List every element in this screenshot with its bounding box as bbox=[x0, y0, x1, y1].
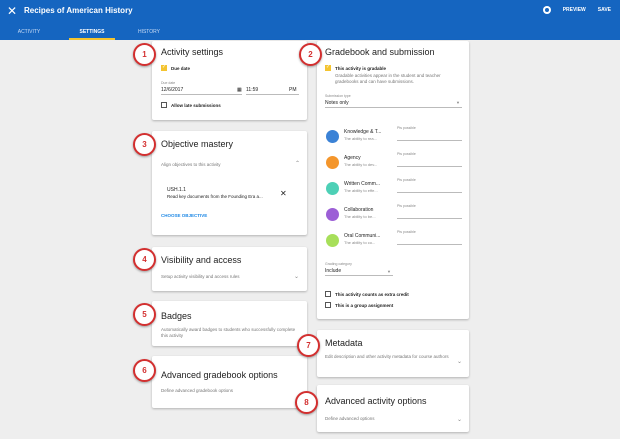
activity-settings-title: Activity settings bbox=[161, 47, 224, 57]
objective-desc-1: The ability to rea... bbox=[344, 136, 377, 141]
step-badge-1: 1 bbox=[133, 43, 156, 66]
app-header: ✕ Recipes of American History PREVIEW SA… bbox=[0, 0, 620, 40]
submission-type-underline bbox=[325, 107, 462, 108]
pts-label-1: Pts possible bbox=[397, 126, 416, 130]
save-button[interactable]: SAVE bbox=[598, 7, 611, 13]
due-date-checkbox[interactable] bbox=[161, 64, 167, 71]
metadata-card[interactable]: Metadata Edit description and other acti… bbox=[317, 330, 469, 377]
grading-category-select[interactable]: Include bbox=[325, 268, 341, 274]
objective-name-2: Agency bbox=[344, 155, 361, 161]
objective-desc-3: The ability to effe... bbox=[344, 188, 378, 193]
objective-desc-2: The ability to dev... bbox=[344, 162, 378, 167]
advanced-gradebook-card[interactable]: Advanced gradebook options Define advanc… bbox=[152, 356, 307, 408]
pts-input-3[interactable] bbox=[397, 192, 462, 193]
tab-bar: ACTIVITY SETTINGS HISTORY bbox=[0, 27, 183, 40]
choose-objective-button[interactable]: CHOOSE OBJECTIVE bbox=[161, 213, 207, 218]
submission-type-label: Submission type bbox=[325, 94, 351, 98]
pts-label-5: Pts possible bbox=[397, 230, 416, 234]
pts-input-2[interactable] bbox=[397, 166, 462, 167]
objective-desc-5: The ability to co... bbox=[344, 240, 376, 245]
gradable-checkbox[interactable] bbox=[325, 64, 331, 71]
badges-title: Badges bbox=[161, 311, 192, 321]
extra-credit-checkbox[interactable] bbox=[325, 291, 331, 297]
group-assignment-checkbox[interactable] bbox=[325, 302, 331, 308]
step-badge-6: 6 bbox=[133, 359, 156, 382]
badges-subtitle: Automatically award badges to students w… bbox=[161, 327, 296, 338]
time-input[interactable]: 11:59 bbox=[246, 87, 258, 93]
objective-circle-2 bbox=[326, 156, 339, 169]
tab-settings[interactable]: SETTINGS bbox=[69, 27, 115, 40]
chevron-up-icon[interactable]: ⌃ bbox=[295, 161, 300, 167]
chevron-down-icon[interactable]: ⌄ bbox=[294, 274, 299, 280]
objective-name-3: Written Comm... bbox=[344, 181, 381, 187]
objective-circle-4 bbox=[326, 208, 339, 221]
advanced-activity-subtitle: Define advanced options bbox=[325, 416, 375, 421]
group-assignment-label: This is a group assignment bbox=[335, 303, 394, 308]
gradable-label: This activity is gradable bbox=[335, 66, 387, 71]
time-underline bbox=[246, 94, 299, 95]
pts-label-4: Pts possible bbox=[397, 204, 416, 208]
tab-activity[interactable]: ACTIVITY bbox=[0, 27, 58, 40]
tab-history[interactable]: HISTORY bbox=[126, 27, 172, 40]
grading-category-underline bbox=[325, 275, 393, 276]
objective-mastery-card: Objective mastery Align objectives to th… bbox=[152, 131, 307, 235]
pts-label-2: Pts possible bbox=[397, 152, 416, 156]
calendar-icon[interactable]: ▦ bbox=[237, 87, 242, 93]
pts-input-4[interactable] bbox=[397, 218, 462, 219]
step-badge-5: 5 bbox=[133, 303, 156, 326]
gradebook-submission-card: Gradebook and submission This activity i… bbox=[317, 41, 469, 319]
late-submissions-checkbox[interactable] bbox=[161, 102, 167, 108]
remove-objective-icon[interactable]: ✕ bbox=[280, 189, 287, 198]
extra-credit-label: This activity counts as extra credit bbox=[335, 292, 409, 297]
pts-input-5[interactable] bbox=[397, 244, 462, 245]
submission-type-dropdown-icon[interactable]: ▼ bbox=[456, 100, 460, 106]
due-date-checkbox-label: Due date bbox=[171, 66, 191, 71]
preview-button[interactable]: PREVIEW bbox=[563, 7, 586, 13]
activity-settings-card: Activity settings Due date Due date 12/6… bbox=[152, 41, 307, 120]
header-actions: PREVIEW SAVE bbox=[542, 6, 611, 14]
visibility-access-card[interactable]: Visibility and access Setup activity vis… bbox=[152, 247, 307, 291]
due-date-input[interactable]: 12/6/2017 bbox=[161, 87, 183, 93]
metadata-subtitle: Edit description and other activity meta… bbox=[325, 354, 449, 359]
objective-circle-1 bbox=[326, 130, 339, 143]
visibility-access-title: Visibility and access bbox=[161, 255, 242, 265]
ampm-select[interactable]: PM bbox=[289, 87, 297, 93]
advanced-gradebook-title: Advanced gradebook options bbox=[161, 370, 278, 380]
gradebook-submission-title: Gradebook and submission bbox=[325, 47, 435, 57]
objective-desc-4: The ability to be... bbox=[344, 214, 376, 219]
due-date-underline bbox=[161, 94, 242, 95]
badges-card[interactable]: Badges Automatically award badges to stu… bbox=[152, 301, 307, 346]
globe-icon[interactable] bbox=[542, 6, 551, 14]
step-badge-2: 2 bbox=[299, 43, 322, 66]
objective-mastery-subtitle: Align objectives to this activity bbox=[161, 162, 221, 167]
objective-code: USH.1.1 bbox=[167, 187, 186, 193]
objective-name-1: Knowledge & T... bbox=[344, 129, 382, 135]
step-badge-8: 8 bbox=[295, 391, 318, 414]
pts-label-3: Pts possible bbox=[397, 178, 416, 182]
advanced-gradebook-subtitle: Define advanced gradebook options bbox=[161, 388, 234, 393]
due-date-field-label: Due date bbox=[161, 81, 176, 85]
late-submissions-label: Allow late submissions bbox=[171, 103, 221, 108]
step-badge-7: 7 bbox=[297, 334, 320, 357]
submission-type-select[interactable]: Notes only bbox=[325, 100, 349, 106]
close-icon[interactable]: ✕ bbox=[7, 5, 17, 17]
advanced-activity-title: Advanced activity options bbox=[325, 396, 427, 406]
step-badge-4: 4 bbox=[133, 248, 156, 271]
objective-circle-5 bbox=[326, 234, 339, 247]
chevron-down-icon[interactable]: ⌄ bbox=[457, 359, 462, 365]
app-title: Recipes of American History bbox=[24, 6, 133, 15]
objective-name-5: Oral Communi... bbox=[344, 233, 381, 239]
objective-name-4: Collaboration bbox=[344, 207, 374, 213]
chevron-down-icon[interactable]: ⌄ bbox=[457, 417, 462, 423]
objective-circle-3 bbox=[326, 182, 339, 195]
gradable-description: Gradable activities appear in the studen… bbox=[335, 73, 441, 84]
pts-input-1[interactable] bbox=[397, 140, 462, 141]
metadata-title: Metadata bbox=[325, 338, 363, 348]
advanced-activity-card[interactable]: Advanced activity options Define advance… bbox=[317, 385, 469, 432]
objective-mastery-title: Objective mastery bbox=[161, 139, 234, 149]
visibility-access-subtitle: Setup activity visibility and access rul… bbox=[161, 274, 240, 279]
grading-category-label: Grading category bbox=[325, 262, 352, 266]
step-badge-3: 3 bbox=[133, 133, 156, 156]
objective-text: Read key documents from the Founding Era… bbox=[167, 194, 263, 199]
